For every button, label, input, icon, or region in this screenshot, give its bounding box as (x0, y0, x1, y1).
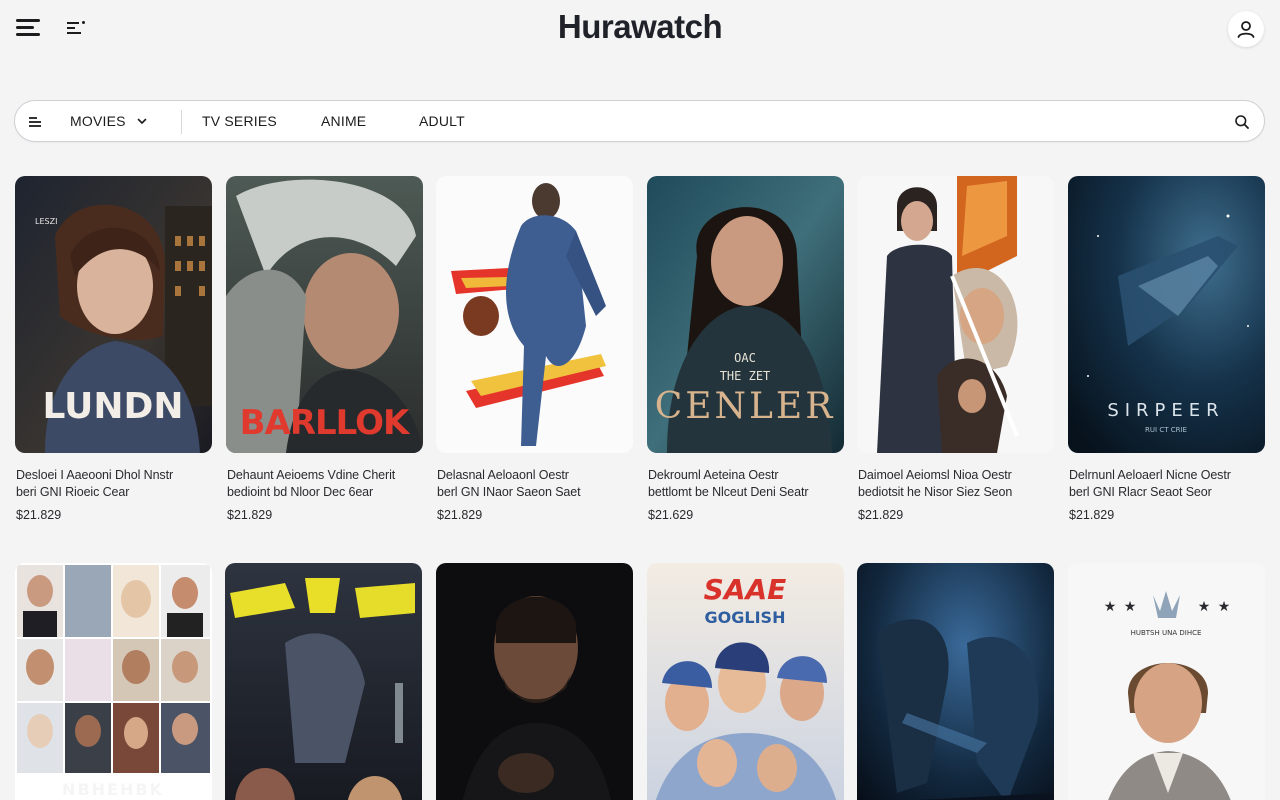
category-nav-bar: MOVIES TV SERIES ANIME ADULT (14, 100, 1265, 142)
movie-poster[interactable]: OAC THE ZET CENLER (647, 176, 844, 453)
poster-title-text: LUNDN (42, 386, 183, 427)
svg-text:★: ★ (1124, 599, 1137, 615)
app-header: Hurawatch (0, 0, 1280, 60)
poster-title-text: CENLER (655, 386, 836, 427)
movie-poster[interactable]: NBHEHBK (15, 563, 212, 800)
movie-price: $21.629 (648, 508, 694, 522)
svg-text:★: ★ (1218, 599, 1231, 615)
svg-text:★: ★ (1104, 599, 1117, 615)
svg-text:★: ★ (1198, 599, 1211, 615)
movie-price: $21.829 (437, 508, 483, 522)
site-logo[interactable]: Hurawatch (0, 8, 1280, 46)
poster-title-text: SIRPEER (1107, 400, 1224, 421)
movie-description: Daimoel Aeiomsl Nioa Oestr bediotsit he … (858, 468, 1013, 499)
poster-subtitle-text: GOGLISH (705, 608, 786, 627)
movie-description: Desloei I Aaeooni Dhol Nnstr beri GNI Ri… (16, 468, 174, 499)
movie-poster[interactable]: SAAE GOGLISH (647, 563, 844, 800)
movie-price: $21.829 (858, 508, 904, 522)
search-icon[interactable] (1234, 114, 1250, 130)
movie-description: Dekrouml Aeteina Oestr bettlomt be Nlceu… (648, 468, 809, 499)
movie-poster[interactable]: BARLLOK (226, 176, 423, 453)
movie-description: Dehaunt Aeioems Vdine Cherit bedioint bd… (227, 468, 396, 499)
poster-top-text: OAC (734, 351, 756, 365)
nav-movies[interactable]: MOVIES (70, 113, 126, 129)
movie-price: $21.829 (1069, 508, 1115, 522)
movie-poster[interactable]: ★ ★ ★ ★ HUBTSH UNA DIHCE (1068, 563, 1265, 800)
movie-poster[interactable] (436, 563, 633, 800)
nav-tv-series[interactable]: TV SERIES (202, 113, 277, 129)
nav-anime[interactable]: ANIME (321, 113, 366, 129)
poster-title-text: SAAE (704, 573, 787, 606)
poster-subtitle-text: THE ZET (720, 369, 771, 383)
poster-subtitle-text: RUI CT CRIE (1145, 426, 1187, 434)
chevron-down-icon[interactable] (135, 114, 149, 128)
svg-text:LESZI: LESZI (35, 217, 57, 226)
movie-poster[interactable]: SIRPEER RUI CT CRIE (1068, 176, 1265, 453)
nav-adult[interactable]: ADULT (419, 113, 465, 129)
poster-subtitle-text: HUBTSH UNA DIHCE (1131, 629, 1202, 637)
movie-poster[interactable]: LUNDN LESZI (15, 176, 212, 453)
movie-poster[interactable] (225, 563, 422, 800)
nav-divider (181, 110, 182, 134)
movie-price: $21.829 (16, 508, 62, 522)
user-account-button[interactable] (1228, 11, 1264, 47)
movie-description: Delrnunl Aeloaerl Nicne Oestr berl GNI R… (1069, 468, 1231, 499)
movie-price: $21.829 (227, 508, 273, 522)
movie-description: Delasnal Aeloaonl Oestr berl GN INaor Sa… (437, 468, 581, 499)
movie-poster[interactable] (857, 563, 1054, 800)
user-icon (1237, 21, 1255, 38)
poster-title-text: BARLLOK (240, 403, 411, 443)
movie-poster[interactable] (857, 176, 1054, 453)
poster-title-text: NBHEHBK (62, 780, 164, 799)
movie-poster[interactable] (436, 176, 633, 453)
filter-icon[interactable] (29, 116, 43, 128)
